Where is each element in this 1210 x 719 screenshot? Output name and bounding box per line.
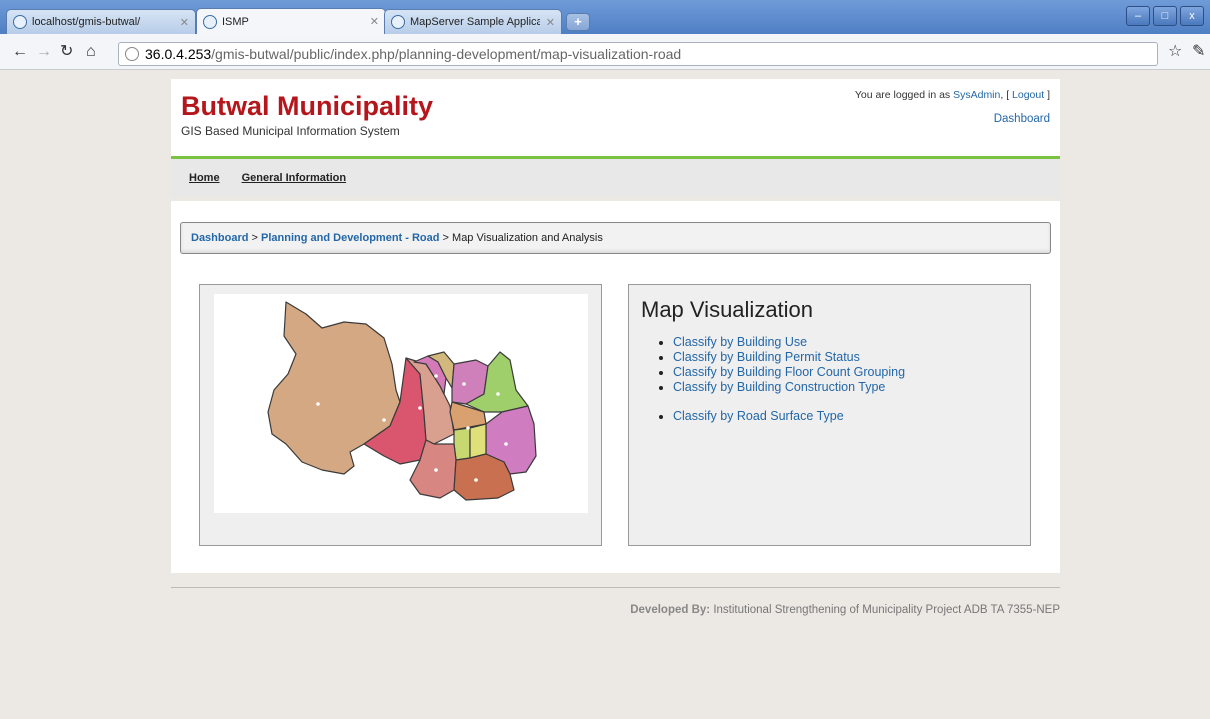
- ward-marker: [466, 426, 470, 430]
- login-separator: , [: [1000, 89, 1013, 101]
- maximize-button[interactable]: □: [1153, 6, 1177, 26]
- main-nav: Home General Information: [171, 159, 1060, 197]
- ward-marker: [434, 468, 438, 472]
- panels: Map Visualization Classify by Building U…: [180, 284, 1051, 546]
- building-classify-list: Classify by Building Use Classify by Bui…: [641, 335, 1018, 395]
- login-status: You are logged in as SysAdmin, [ Logout …: [855, 89, 1050, 101]
- tab-label: ISMP: [222, 15, 249, 28]
- new-tab-button[interactable]: +: [566, 13, 590, 31]
- home-icon[interactable]: ⌂: [86, 43, 96, 61]
- ward-marker: [434, 374, 438, 378]
- list-item: Classify by Road Surface Type: [673, 409, 1018, 424]
- ward-marker: [382, 418, 386, 422]
- footer-text: Institutional Strengthening of Municipal…: [710, 604, 1060, 616]
- ward-marker: [474, 478, 478, 482]
- ward-marker: [504, 442, 508, 446]
- breadcrumb-dashboard[interactable]: Dashboard: [191, 232, 248, 244]
- list-item: Classify by Building Construction Type: [673, 380, 1018, 395]
- tab-mapserver[interactable]: MapServer Sample Application ✕: [384, 9, 562, 34]
- ward-marker: [462, 382, 466, 386]
- nav-item-general-information[interactable]: General Information: [242, 172, 347, 184]
- tab-label: localhost/gmis-butwal/: [32, 16, 141, 28]
- list-item: Classify by Building Floor Count Groupin…: [673, 365, 1018, 380]
- site-footer: Developed By: Institutional Strengthenin…: [171, 604, 1060, 616]
- breadcrumb-current: Map Visualization and Analysis: [452, 232, 603, 244]
- close-icon[interactable]: ✕: [370, 15, 379, 28]
- site-subtitle: GIS Based Municipal Information System: [181, 124, 400, 138]
- classify-building-use-link[interactable]: Classify by Building Use: [673, 335, 807, 349]
- classify-construction-type-link[interactable]: Classify by Building Construction Type: [673, 380, 885, 394]
- ward-polygon: [453, 427, 471, 461]
- nav-item-home[interactable]: Home: [189, 172, 220, 184]
- classify-floor-count-link[interactable]: Classify by Building Floor Count Groupin…: [673, 365, 905, 379]
- ward-marker: [418, 406, 422, 410]
- ward-marker: [496, 392, 500, 396]
- window-controls: – □ x: [1126, 6, 1204, 26]
- visualization-panel: Map Visualization Classify by Building U…: [628, 284, 1031, 546]
- back-arrow-icon[interactable]: ←: [12, 43, 28, 61]
- reload-icon[interactable]: ↻: [60, 43, 73, 61]
- tab-ismp[interactable]: ISMP ✕: [196, 8, 386, 34]
- footer-label: Developed By:: [630, 604, 711, 616]
- list-item: Classify by Building Use: [673, 335, 1018, 350]
- wrench-icon[interactable]: ✎: [1192, 43, 1205, 61]
- ward-marker: [316, 402, 320, 406]
- footer-divider: [171, 587, 1060, 588]
- bookmark-star-icon[interactable]: ☆: [1168, 43, 1182, 61]
- ward-map-image: [214, 294, 588, 513]
- site-title: Butwal Municipality: [181, 91, 434, 121]
- site-header: Butwal Municipality GIS Based Municipal …: [171, 79, 1060, 159]
- minimize-button[interactable]: –: [1126, 6, 1150, 26]
- close-icon[interactable]: ✕: [546, 16, 555, 29]
- address-bar[interactable]: 36.0.4.253/gmis-butwal/public/index.php/…: [118, 42, 1158, 66]
- page-container: Butwal Municipality GIS Based Municipal …: [171, 79, 1060, 616]
- breadcrumb-planning-road[interactable]: Planning and Development - Road: [261, 232, 439, 244]
- globe-icon: [13, 15, 27, 29]
- ward-polygon: [469, 423, 487, 459]
- breadcrumb-separator: >: [248, 232, 262, 244]
- logout-link[interactable]: Logout: [1012, 89, 1044, 101]
- list-item: Classify by Building Permit Status: [673, 350, 1018, 365]
- user-link[interactable]: SysAdmin: [953, 89, 1000, 101]
- address-host: 36.0.4.253: [145, 46, 212, 62]
- globe-icon: [391, 15, 405, 29]
- forward-arrow-icon[interactable]: →: [36, 43, 52, 61]
- visualization-title: Map Visualization: [641, 297, 814, 322]
- road-classify-list: Classify by Road Surface Type: [641, 409, 1018, 424]
- tab-localhost[interactable]: localhost/gmis-butwal/ ✕: [6, 9, 196, 34]
- classify-permit-status-link[interactable]: Classify by Building Permit Status: [673, 350, 860, 364]
- ward-map-svg: [267, 301, 537, 501]
- close-icon[interactable]: ✕: [180, 16, 189, 29]
- globe-icon: [203, 14, 217, 29]
- breadcrumb-separator: >: [439, 232, 453, 244]
- breadcrumb: Dashboard > Planning and Development - R…: [180, 222, 1051, 254]
- dashboard-link[interactable]: Dashboard: [994, 113, 1050, 125]
- tab-label: MapServer Sample Application: [410, 16, 540, 28]
- classify-road-surface-link[interactable]: Classify by Road Surface Type: [673, 409, 844, 423]
- page-info-icon[interactable]: [125, 47, 139, 61]
- browser-titlebar: localhost/gmis-butwal/ ✕ ISMP ✕ MapServe…: [0, 0, 1210, 34]
- browser-toolbar: ← → ↻ ⌂ 36.0.4.253/gmis-butwal/public/in…: [0, 34, 1210, 70]
- close-window-button[interactable]: x: [1180, 6, 1204, 26]
- login-suffix: ]: [1044, 89, 1050, 101]
- login-prefix: You are logged in as: [854, 89, 954, 101]
- map-panel: [199, 284, 602, 546]
- main-content: Dashboard > Planning and Development - R…: [171, 201, 1060, 573]
- address-path: /gmis-butwal/public/index.php/planning-d…: [211, 46, 682, 62]
